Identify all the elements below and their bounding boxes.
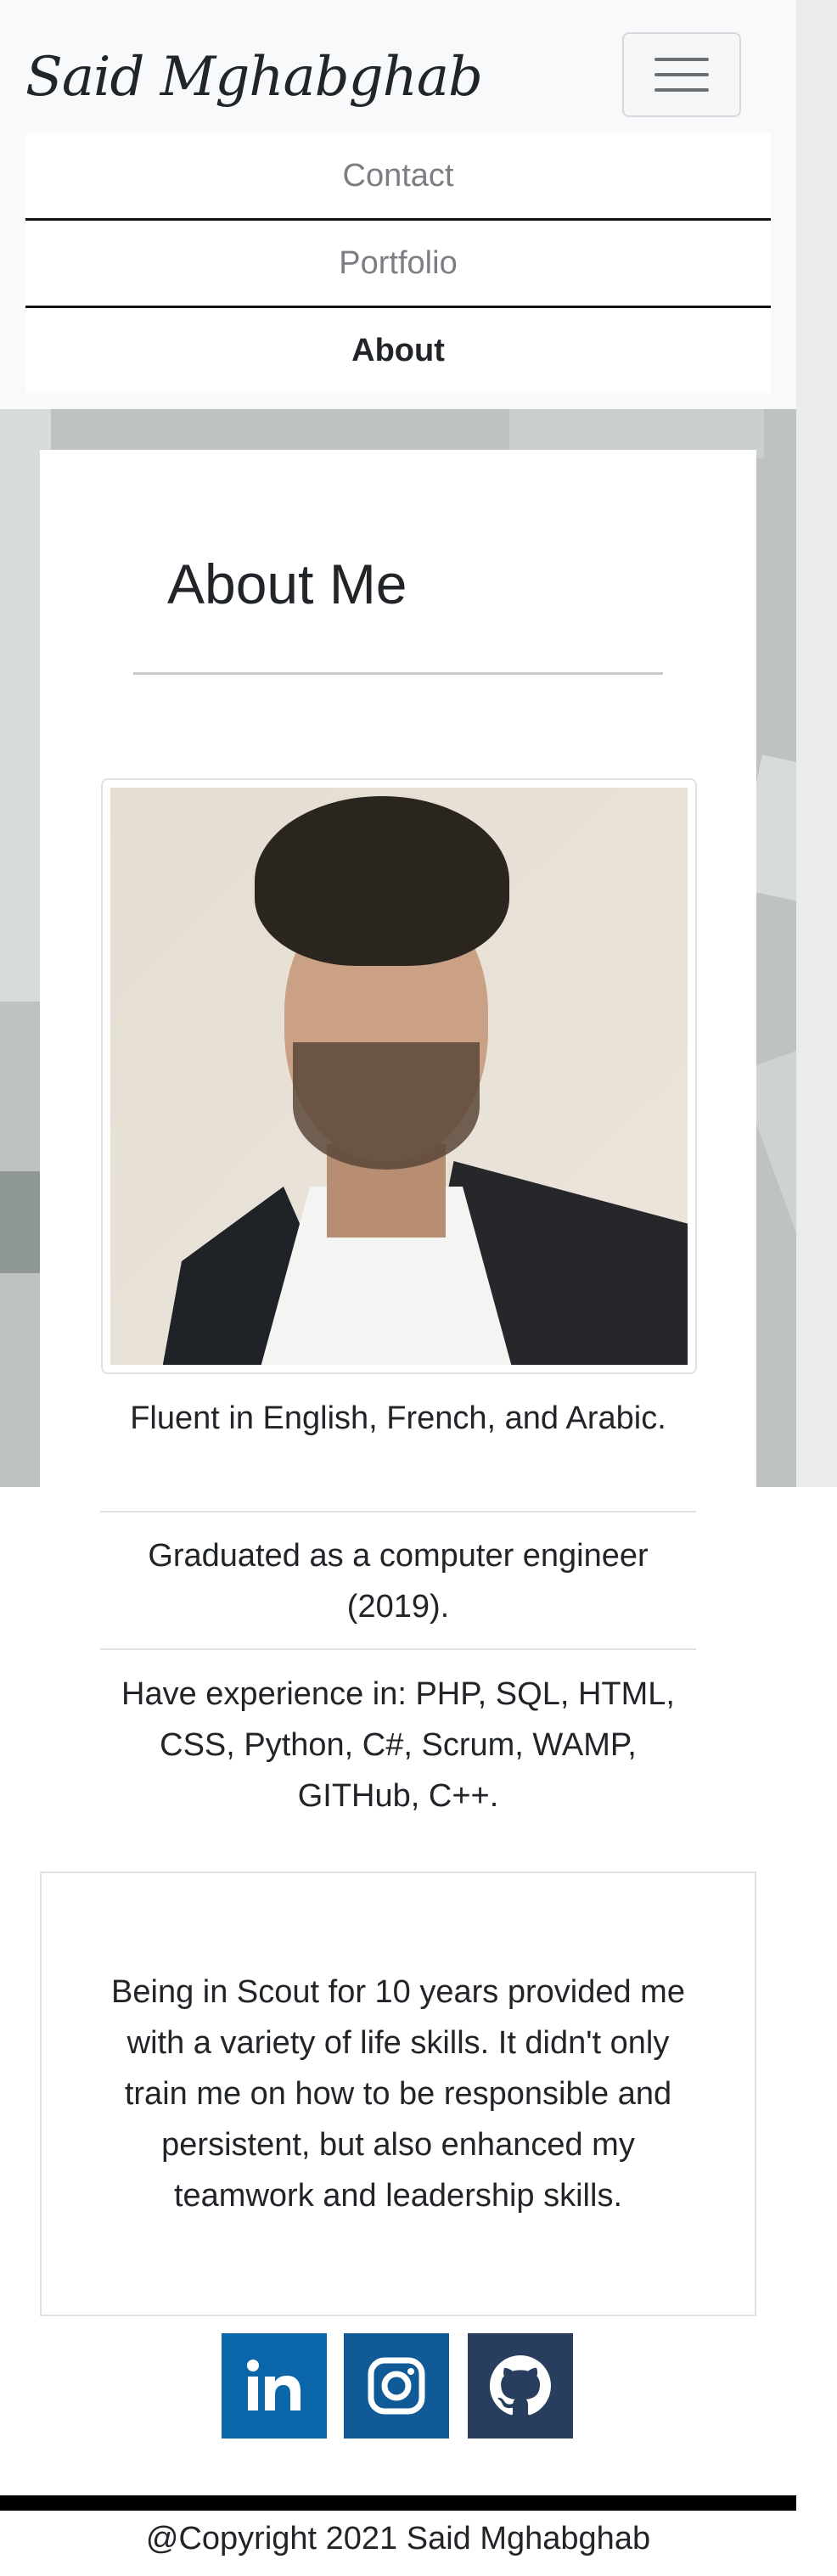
about-card: About Me [40,450,756,1487]
nav-list: Contact Portfolio About [25,133,771,393]
nav-item-contact[interactable]: Contact [25,133,771,218]
info-education: Graduated as a computer engineer (2019). [148,1538,649,1625]
scout-box: Being in Scout for 10 years provided me … [40,1872,756,2316]
navbar: Said Mghabghab Contact Portfolio About [0,0,796,409]
scout-text: Being in Scout for 10 years provided me … [111,1974,685,2214]
brand-logo[interactable]: Said Mghabghab [25,31,483,124]
nav-item-portfolio[interactable]: Portfolio [25,221,771,306]
linkedin-icon[interactable] [222,2333,327,2439]
title-divider [133,672,663,675]
info-experience: Have experience in: PHP, SQL, HTML, CSS,… [121,1676,675,1814]
page-title: About Me [167,553,407,615]
profile-photo-frame [101,778,697,1374]
footer-divider [0,2495,796,2511]
nav-item-about[interactable]: About [25,308,771,393]
profile-photo [110,788,688,1365]
github-icon[interactable] [468,2333,573,2439]
info-divider [100,1511,696,1512]
hamburger-menu-icon[interactable] [622,32,741,117]
info-divider [100,1648,696,1650]
right-gutter [796,0,837,1487]
info-languages: Fluent in English, French, and Arabic. [130,1400,666,1436]
copyright-text: @Copyright 2021 Said Mghabghab [145,2521,651,2556]
instagram-icon[interactable] [344,2333,449,2439]
